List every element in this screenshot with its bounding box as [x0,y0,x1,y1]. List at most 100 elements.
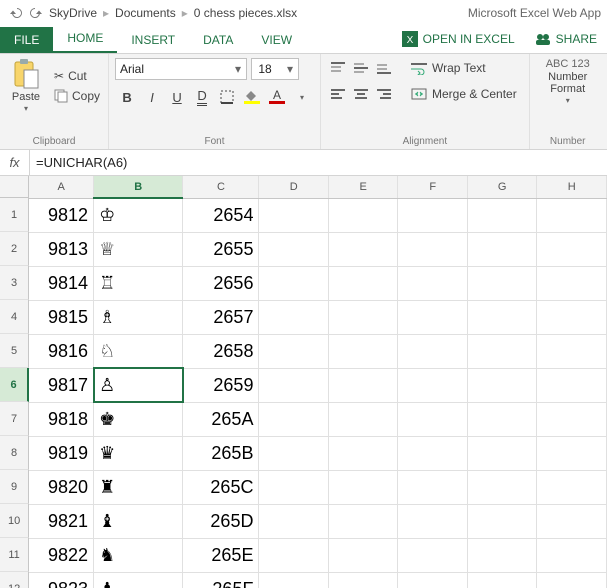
row-header[interactable]: 8 [0,436,29,470]
tab-view[interactable]: VIEW [247,27,306,53]
column-header[interactable]: B [94,176,183,198]
cell[interactable] [398,198,468,232]
breadcrumb-folder[interactable]: Documents [115,6,176,20]
cell[interactable] [328,470,398,504]
valign-top-button[interactable] [327,58,349,78]
row-header[interactable]: 4 [0,300,29,334]
halign-left-button[interactable] [327,84,349,104]
cell[interactable] [398,334,468,368]
cell[interactable]: 265E [183,538,259,572]
cell[interactable] [537,538,607,572]
cell[interactable] [259,300,329,334]
cell[interactable] [467,402,537,436]
halign-right-button[interactable] [373,84,395,104]
cell[interactable] [398,402,468,436]
cell[interactable]: 2658 [183,334,259,368]
cell[interactable] [328,402,398,436]
paste-button[interactable]: Paste ▾ [6,58,46,113]
row-header[interactable]: 6 [0,368,29,402]
halign-center-button[interactable] [350,84,372,104]
cell[interactable] [398,300,468,334]
cell[interactable] [328,266,398,300]
cell[interactable] [537,504,607,538]
cell[interactable] [259,436,329,470]
cell[interactable]: ♝ [94,504,183,538]
italic-button[interactable]: I [140,86,164,108]
select-all-corner[interactable] [0,176,29,198]
row-header[interactable]: 11 [0,538,29,572]
font-color-button[interactable]: A [265,86,289,108]
cell[interactable] [398,436,468,470]
cell[interactable] [259,538,329,572]
share-button[interactable]: SHARE [525,25,607,53]
row-header[interactable]: 9 [0,470,29,504]
cell[interactable]: 9814 [29,266,93,300]
cell[interactable]: ♜ [94,470,183,504]
cell[interactable] [537,198,607,232]
cell[interactable] [537,470,607,504]
cell-grid[interactable]: ABCDEFGH 9812♔26549813♕26559814♖26569815… [29,176,607,588]
cell[interactable]: 9818 [29,402,93,436]
cell[interactable]: 9819 [29,436,93,470]
cell[interactable]: 9813 [29,232,93,266]
cell[interactable] [328,436,398,470]
valign-bottom-button[interactable] [373,58,395,78]
merge-center-button[interactable]: Merge & Center [405,84,523,104]
cell[interactable]: ♛ [94,436,183,470]
cell[interactable] [537,368,607,402]
cell[interactable] [537,334,607,368]
cell[interactable]: ♔ [94,198,183,232]
cell[interactable]: ♕ [94,232,183,266]
column-header[interactable]: E [328,176,398,198]
row-header[interactable]: 10 [0,504,29,538]
cell[interactable]: 9817 [29,368,93,402]
cell[interactable] [259,470,329,504]
cell[interactable]: 9812 [29,198,93,232]
cell[interactable] [328,334,398,368]
cell[interactable] [259,266,329,300]
tab-file[interactable]: FILE [0,27,53,53]
wrap-text-button[interactable]: Wrap Text [405,58,492,78]
cell[interactable] [328,198,398,232]
row-header[interactable]: 12 [0,572,29,588]
cell[interactable]: ♟ [94,572,183,588]
cell[interactable] [537,572,607,588]
cell[interactable]: ♙ [94,368,183,402]
cell[interactable] [467,436,537,470]
breadcrumb-root[interactable]: SkyDrive [49,6,97,20]
breadcrumb-file[interactable]: 0 chess pieces.xlsx [194,6,297,20]
cell[interactable] [398,504,468,538]
cell[interactable] [467,232,537,266]
cell[interactable]: ♞ [94,538,183,572]
cell[interactable] [259,232,329,266]
cell[interactable]: 2659 [183,368,259,402]
cell[interactable] [259,504,329,538]
cell[interactable]: 265C [183,470,259,504]
valign-middle-button[interactable] [350,58,372,78]
cell[interactable]: 2657 [183,300,259,334]
cell[interactable] [537,232,607,266]
row-header[interactable]: 7 [0,402,29,436]
cell[interactable]: 2656 [183,266,259,300]
fx-button[interactable]: fx [0,150,30,175]
row-header[interactable]: 3 [0,266,29,300]
cell[interactable]: 265B [183,436,259,470]
underline-button[interactable]: U [165,86,189,108]
row-header[interactable]: 2 [0,232,29,266]
cell[interactable] [537,266,607,300]
cell[interactable]: 265D [183,504,259,538]
cell[interactable]: 2655 [183,232,259,266]
border-button[interactable] [215,86,239,108]
cell[interactable]: 9820 [29,470,93,504]
cell[interactable] [398,470,468,504]
chevron-down-icon[interactable]: ▾ [290,86,314,108]
cell[interactable] [259,402,329,436]
cell[interactable] [467,504,537,538]
tab-data[interactable]: DATA [189,27,247,53]
cell[interactable] [537,300,607,334]
cell[interactable] [467,334,537,368]
cell[interactable]: 9816 [29,334,93,368]
cell[interactable]: 9823 [29,572,93,588]
cell[interactable]: ♘ [94,334,183,368]
tab-home[interactable]: HOME [53,25,117,53]
